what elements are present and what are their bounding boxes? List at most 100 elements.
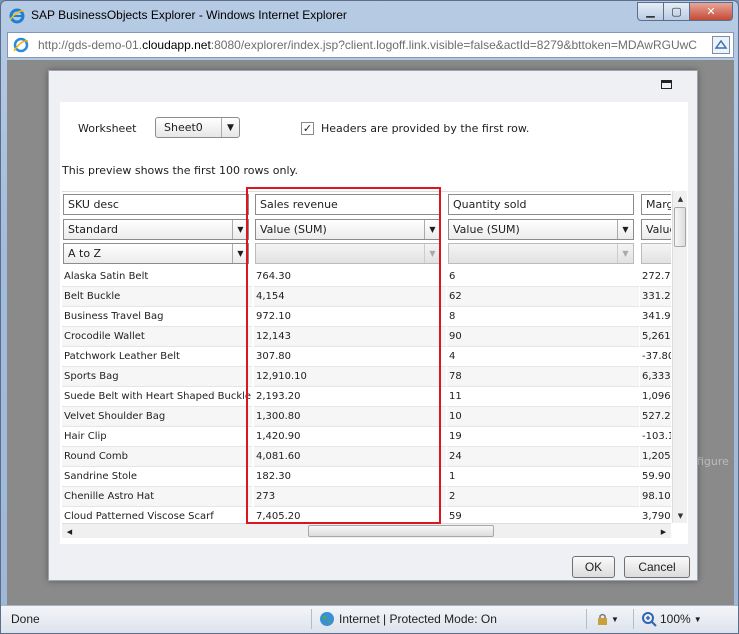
chevron-down-icon: ▼ (221, 118, 239, 137)
table-cell: 341.90 (640, 307, 671, 327)
column-sku-desc: SKU desc Standard ▼ A to Z ▼ Alaska Sati… (62, 192, 252, 523)
table-cell: 90 (447, 327, 639, 347)
preview-grid: SKU desc Standard ▼ A to Z ▼ Alaska Sati… (62, 191, 671, 523)
column-header-input[interactable]: SKU desc (63, 194, 249, 215)
preview-panel: Worksheet Sheet0 ▼ ✓ Headers are provide… (60, 102, 688, 544)
scroll-thumb[interactable] (674, 207, 686, 247)
table-cell: 59.90 (640, 467, 671, 487)
table-cell: 59 (447, 507, 639, 523)
chevron-down-icon: ▼ (693, 614, 702, 624)
table-cell: 3,790. (640, 507, 671, 523)
scroll-left-icon[interactable]: ◀ (62, 524, 77, 539)
preview-note: This preview shows the first 100 rows on… (62, 164, 298, 177)
compatibility-icon (714, 39, 728, 49)
table-cell: 527.20 (640, 407, 671, 427)
scroll-down-icon[interactable]: ▼ (673, 508, 688, 523)
column-type-value: Value (646, 223, 671, 236)
column-header-input[interactable]: Margi (641, 194, 671, 215)
table-cell: Suede Belt with Heart Shaped Buckle (62, 387, 252, 407)
status-text: Done (11, 612, 40, 626)
horizontal-scrollbar[interactable]: ◀ ▶ (62, 523, 671, 538)
status-divider (633, 609, 634, 629)
column-sort-select[interactable]: A to Z ▼ (63, 243, 249, 264)
column-type-select[interactable]: Value (SUM) ▼ (448, 219, 634, 240)
compatibility-view-button[interactable] (712, 36, 730, 54)
vertical-scrollbar[interactable]: ▲ ▼ (672, 191, 687, 523)
table-cell: 6 (447, 267, 639, 287)
page-content: figure Worksheet Sheet0 ▼ ✓ Headers are … (7, 60, 734, 605)
column-type-value: Value (SUM) (260, 223, 327, 236)
window-title: SAP BusinessObjects Explorer - Windows I… (31, 8, 347, 22)
worksheet-label: Worksheet (78, 122, 137, 135)
column-header-input[interactable]: Sales revenue (255, 194, 441, 215)
table-cell: 12,143 (254, 327, 446, 347)
status-divider (311, 609, 312, 629)
address-bar[interactable]: http://gds-demo-01.cloudapp.net:8080/exp… (7, 32, 734, 58)
table-cell: 1,300.80 (254, 407, 446, 427)
column-header-input[interactable]: Quantity sold (448, 194, 634, 215)
column-sales-revenue: Sales revenue Value (SUM) ▼ ▼ 764.30 4,15… (254, 192, 446, 523)
column-type-select[interactable]: Value (SUM) ▼ (255, 219, 441, 240)
dialog-maximize-icon[interactable] (661, 80, 672, 89)
chevron-down-icon: ▼ (232, 220, 248, 239)
page-icon (13, 37, 29, 53)
import-preview-dialog: Worksheet Sheet0 ▼ ✓ Headers are provide… (48, 70, 698, 581)
table-cell: 273 (254, 487, 446, 507)
table-cell: Velvet Shoulder Bag (62, 407, 252, 427)
scroll-thumb[interactable] (308, 525, 494, 537)
security-zone[interactable]: Internet | Protected Mode: On (319, 611, 497, 627)
headers-checkbox[interactable]: ✓ (301, 122, 314, 135)
zoom-icon (642, 612, 657, 627)
chevron-down-icon: ▼ (617, 244, 633, 263)
column-sort-select: ▼ (255, 243, 441, 264)
table-cell: 5,261. (640, 327, 671, 347)
url-text[interactable]: http://gds-demo-01.cloudapp.net:8080/exp… (38, 38, 718, 52)
column-cells: Alaska Satin Belt Belt Buckle Business Tra… (62, 267, 252, 523)
table-cell: Round Comb (62, 447, 252, 467)
table-cell: 4,081.60 (254, 447, 446, 467)
browser-window: SAP BusinessObjects Explorer - Windows I… (0, 0, 739, 634)
ok-button[interactable]: OK (572, 556, 615, 578)
chevron-down-icon: ▼ (424, 244, 440, 263)
minimize-button[interactable]: ▁ (637, 2, 664, 21)
column-type-select[interactable]: Standard ▼ (63, 219, 249, 240)
title-bar[interactable]: SAP BusinessObjects Explorer - Windows I… (1, 1, 738, 31)
chevron-down-icon: ▼ (424, 220, 440, 239)
column-type-select[interactable]: Value (641, 219, 671, 240)
column-type-value: Value (SUM) (453, 223, 520, 236)
chevron-down-icon: ▼ (232, 244, 248, 263)
cancel-button[interactable]: Cancel (624, 556, 690, 578)
column-margin: Margi Value 272.70331.20341.905,261.-37.… (640, 192, 671, 523)
table-cell: Hair Clip (62, 427, 252, 447)
table-cell: 98.10 (640, 487, 671, 507)
table-cell: Alaska Satin Belt (62, 267, 252, 287)
table-cell: 78 (447, 367, 639, 387)
status-divider (586, 609, 587, 629)
table-cell: 7,405.20 (254, 507, 446, 523)
table-cell: 2,193.20 (254, 387, 446, 407)
status-bar: Done Internet | Protected Mode: On ▼ 100… (1, 605, 738, 633)
table-cell: 6,333. (640, 367, 671, 387)
table-cell: 1,420.90 (254, 427, 446, 447)
scroll-right-icon[interactable]: ▶ (656, 524, 671, 539)
maximize-button[interactable]: ▢ (663, 2, 690, 21)
close-button[interactable]: ✕ (689, 2, 733, 21)
table-cell: 10 (447, 407, 639, 427)
table-cell: 1,096. (640, 387, 671, 407)
protected-mode-button[interactable]: ▼ (595, 611, 619, 627)
table-cell: 331.20 (640, 287, 671, 307)
scroll-up-icon[interactable]: ▲ (673, 191, 688, 206)
lock-icon (598, 613, 607, 625)
globe-icon (320, 612, 334, 626)
headers-label: Headers are provided by the first row. (321, 122, 530, 135)
table-cell: Chenille Astro Hat (62, 487, 252, 507)
zoom-level: 100% (660, 612, 691, 626)
table-cell: Belt Buckle (62, 287, 252, 307)
table-cell: -103.1 (640, 427, 671, 447)
table-cell: 2 (447, 487, 639, 507)
table-cell: Patchwork Leather Belt (62, 347, 252, 367)
worksheet-select[interactable]: Sheet0 ▼ (155, 117, 240, 138)
table-cell: 764.30 (254, 267, 446, 287)
column-cells: 272.70331.20341.905,261.-37.806,333.1,09… (640, 267, 671, 523)
zoom-control[interactable]: 100% ▼ (641, 611, 702, 627)
